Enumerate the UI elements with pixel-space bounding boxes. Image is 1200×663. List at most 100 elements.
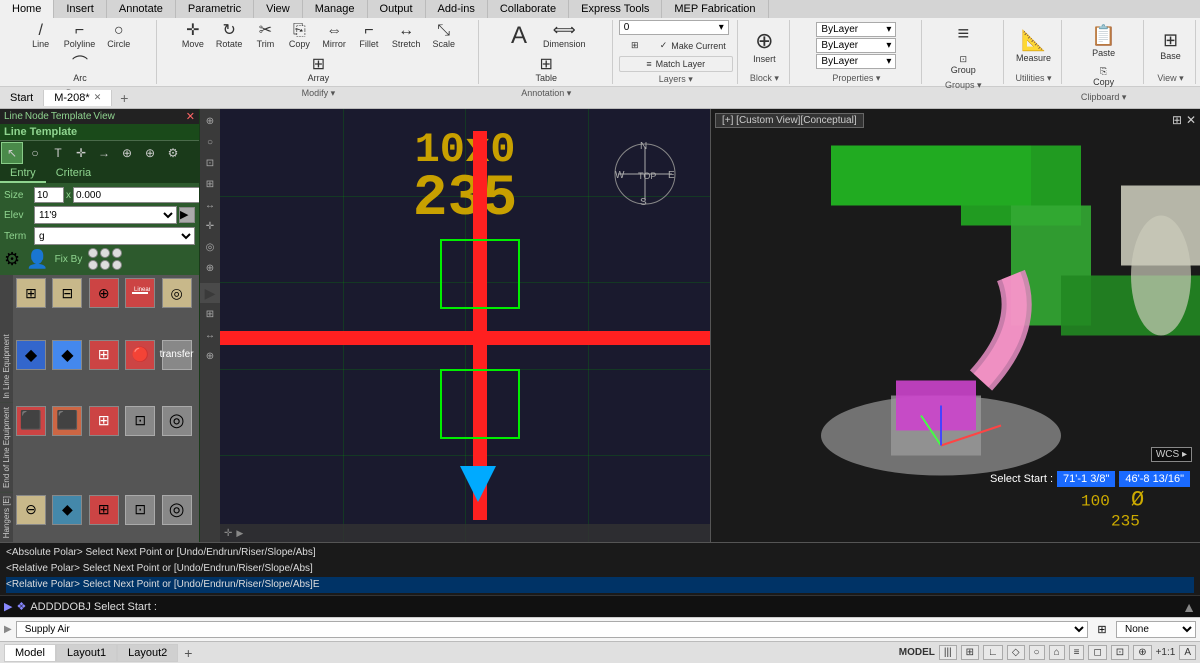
bottom-tab-layout1[interactable]: Layout1 (56, 644, 117, 662)
status-ortho-btn[interactable]: ∟ (983, 645, 1003, 660)
doc-tab-m208-close[interactable]: ✕ (94, 92, 102, 103)
hanger-item-3[interactable]: ⊞ (89, 495, 119, 525)
tab-parametric[interactable]: Parametric (176, 0, 254, 18)
doc-tab-start[interactable]: Start (0, 90, 44, 106)
doc-tab-add[interactable]: + (112, 88, 136, 108)
tab-collaborate[interactable]: Collaborate (488, 0, 569, 18)
status-dynamic-btn[interactable]: ⌂ (1049, 645, 1065, 660)
lineweight-dropdown[interactable]: ByLayer (816, 54, 896, 69)
measure-button[interactable]: 📐Measure (1011, 25, 1056, 66)
modify-rotate-button[interactable]: ↻Rotate (211, 20, 248, 52)
lp-tool-text[interactable]: T (47, 142, 69, 164)
paste-button[interactable]: 📋Paste (1086, 20, 1121, 61)
mini-tool-7[interactable]: ◎ (200, 237, 220, 257)
command-input[interactable] (30, 601, 1178, 613)
match-layer-button[interactable]: ≡Match Layer (619, 56, 733, 72)
equip-item-4[interactable]: Linear (125, 278, 155, 308)
modify-fillet-button[interactable]: ⌐Fillet (353, 20, 385, 52)
lp-tool-snap1[interactable]: ⊕ (116, 142, 138, 164)
fix-dot-1[interactable] (88, 248, 98, 258)
settings-icon[interactable]: ⚙ (4, 249, 20, 270)
none-select[interactable]: None (1116, 621, 1196, 638)
vp3d-close-button[interactable]: ✕ (1186, 113, 1196, 127)
tab-output[interactable]: Output (368, 0, 426, 18)
tab-manage[interactable]: Manage (303, 0, 368, 18)
bottom-tab-layout2[interactable]: Layout2 (117, 644, 178, 662)
equip-item-5[interactable]: ◎ (162, 278, 192, 308)
eol-item-3[interactable]: ⊞ (89, 406, 119, 436)
fix-dot-4[interactable] (88, 260, 98, 270)
status-transparency-btn[interactable]: ◻ (1088, 645, 1106, 660)
equip-item-8[interactable]: ⊞ (89, 340, 119, 370)
lp-tool-move[interactable]: ✛ (70, 142, 92, 164)
lp-tool-snap2[interactable]: ⊕ (139, 142, 161, 164)
coord-box-2[interactable]: 46'-8 13/16" (1119, 471, 1190, 487)
bottom-tab-model[interactable]: Model (4, 644, 56, 662)
viewport-3d[interactable]: S-5 100 Ø 235 [+] [Custom View][Conceptu… (710, 109, 1200, 542)
tab-addins[interactable]: Add-ins (426, 0, 488, 18)
hanger-item-1[interactable]: ⊖ (16, 495, 46, 525)
fix-dot-6[interactable] (112, 260, 122, 270)
tab-mep[interactable]: MEP Fabrication (662, 0, 768, 18)
hanger-item-4[interactable]: ⊡ (125, 495, 155, 525)
status-gizmo-btn[interactable]: ⊕ (1133, 645, 1151, 660)
doc-tab-m208[interactable]: M-208* ✕ (44, 90, 112, 106)
draw-polyline-button[interactable]: ⌐Polyline (59, 20, 101, 52)
status-lineweight-btn[interactable]: ≡ (1069, 645, 1085, 660)
criteria-tab[interactable]: Criteria (46, 165, 101, 183)
inline-equipment-label[interactable]: In Line Equipment (0, 275, 13, 403)
lp-menu-template[interactable]: Template (51, 111, 92, 122)
size-input[interactable] (34, 187, 64, 203)
insert-button[interactable]: ⊕Insert (748, 25, 781, 67)
group-button[interactable]: ⊡Group (946, 51, 981, 78)
equip-item-3[interactable]: ⊕ (89, 278, 119, 308)
modify-mirror-button[interactable]: ⇔Mirror (317, 20, 351, 52)
modify-array-button[interactable]: ⊞Array (302, 54, 334, 86)
table-button[interactable]: ⊞Table (530, 54, 562, 86)
base-button[interactable]: ⊞Base (1155, 27, 1187, 64)
person-icon[interactable]: 👤 (26, 249, 48, 270)
fix-dot-5[interactable] (100, 260, 110, 270)
mini-tool-4[interactable]: ⊞ (200, 174, 220, 194)
mini-tool-6[interactable]: ✛ (200, 216, 220, 236)
cmd-expand-button[interactable]: ▲ (1182, 599, 1196, 615)
text-button[interactable]: A (502, 21, 536, 51)
status-polar-btn[interactable]: ◇ (1007, 645, 1025, 660)
elev-btn[interactable]: ▶ (179, 207, 195, 223)
supply-icon[interactable]: ⊞ (1092, 620, 1112, 640)
modify-stretch-button[interactable]: ↔Stretch (387, 20, 426, 52)
mini-tool-2[interactable]: ○ (200, 132, 220, 152)
draw-arc-button[interactable]: ⌒Arc (64, 54, 96, 86)
supply-air-select[interactable]: Supply Air (16, 621, 1088, 638)
equip-item-9[interactable]: 🔴 (125, 340, 155, 370)
tab-express[interactable]: Express Tools (569, 0, 662, 18)
status-select-btn[interactable]: ⊡ (1111, 645, 1129, 660)
tab-insert[interactable]: Insert (54, 0, 107, 18)
modify-trim-button[interactable]: ✂Trim (249, 20, 281, 52)
status-grid-btn[interactable]: ||| (939, 645, 957, 660)
x-input[interactable] (73, 187, 200, 203)
hangers-label[interactable]: Hangers [E] (0, 492, 13, 542)
eol-item-1[interactable]: ⬛ (16, 406, 46, 436)
bottom-tab-add[interactable]: + (178, 643, 198, 663)
tab-view[interactable]: View (254, 0, 303, 18)
layer-dropdown[interactable]: 0 (619, 20, 729, 35)
tab-annotate[interactable]: Annotate (107, 0, 176, 18)
copy-clip-button[interactable]: ⎘Copy (1088, 63, 1120, 90)
status-annotate-btn[interactable]: A (1179, 645, 1196, 660)
tab-home[interactable]: Home (0, 0, 54, 18)
vp3d-expand-button[interactable]: ⊞ (1172, 113, 1182, 127)
draw-line-button[interactable]: /Line (25, 20, 57, 52)
linetype-dropdown[interactable]: ByLayer (816, 38, 896, 53)
eol-item-4[interactable]: ⊡ (125, 406, 155, 436)
modify-move-button[interactable]: ✛Move (177, 20, 209, 52)
coord-box-1[interactable]: 71'-1 3/8" (1057, 471, 1115, 487)
lp-tool-circle[interactable]: ○ (24, 142, 46, 164)
equip-item-transfer[interactable]: transfer (162, 340, 192, 370)
status-snap-btn[interactable]: ⊞ (961, 645, 979, 660)
equip-item-6[interactable]: ◆ (16, 340, 46, 370)
lp-tool-pointer[interactable]: ↖ (1, 142, 23, 164)
mini-tool-12[interactable]: ⊕ (200, 346, 220, 366)
match-properties-button[interactable]: ≡ (947, 20, 979, 49)
mini-tool-10[interactable]: ⊞ (200, 304, 220, 324)
